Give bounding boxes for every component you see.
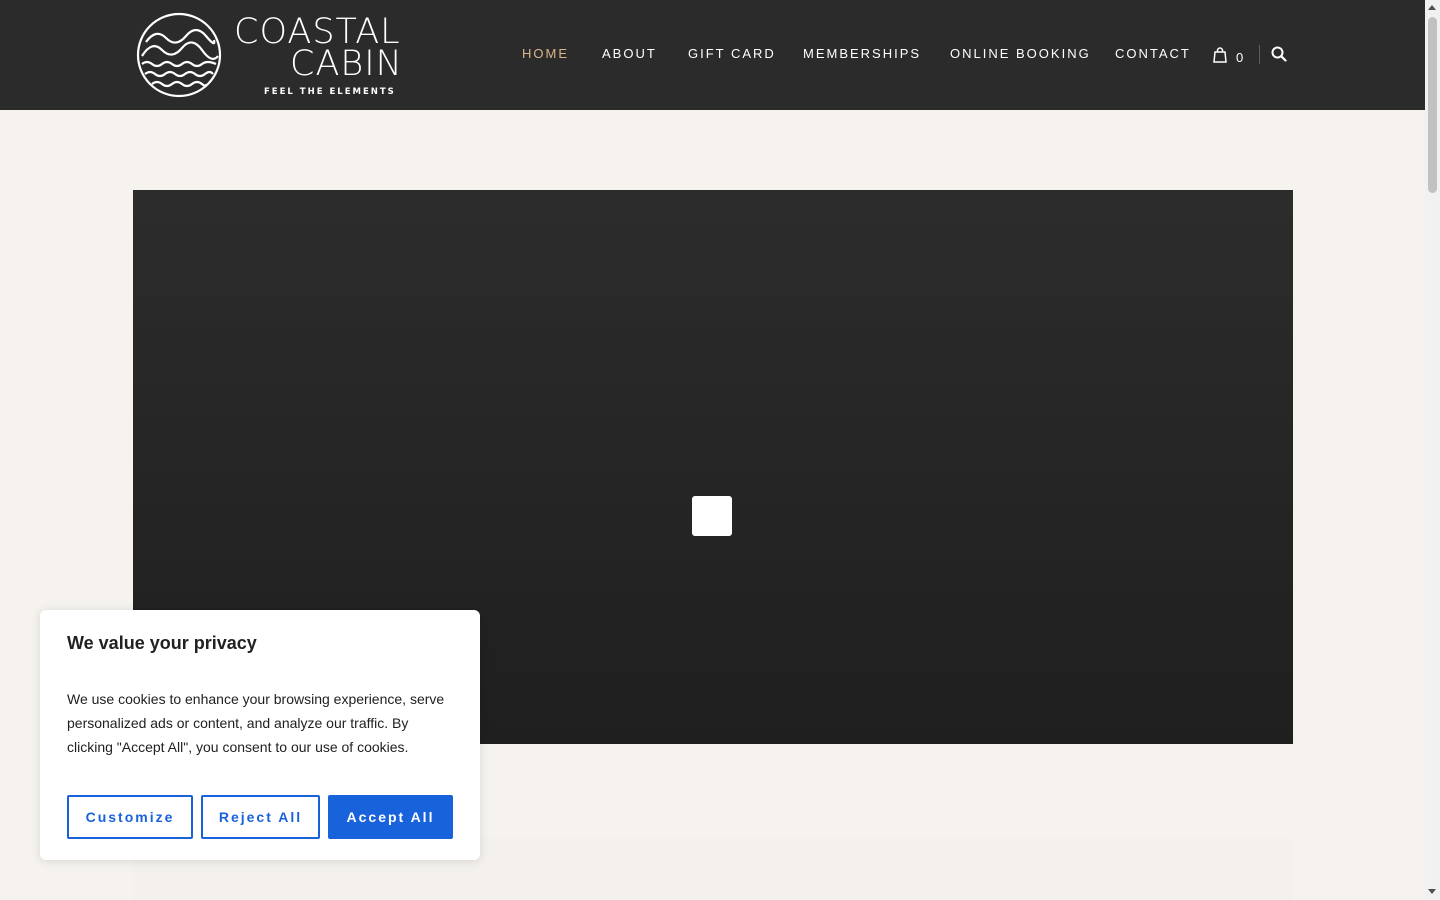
cart-button[interactable]: 0 [1213,44,1243,66]
cookie-consent-banner: We value your privacy We use cookies to … [40,610,480,860]
search-icon [1271,46,1287,62]
video-loading-indicator [692,496,732,536]
nav-gift-card[interactable]: GIFT CARD [688,46,776,61]
site-header: COASTAL CABIN FEEL THE ELEMENTS HOME ABO… [0,0,1425,110]
header-divider [1259,45,1260,64]
search-button[interactable] [1271,46,1287,67]
logo-tagline: FEEL THE ELEMENTS [264,87,396,97]
nav-home[interactable]: HOME [522,46,569,61]
scroll-down-arrow-icon[interactable] [1428,889,1436,894]
nav-memberships[interactable]: MEMBERSHIPS [803,46,921,61]
reject-all-button[interactable]: Reject All [201,795,320,839]
logo-line2: CABIN [290,44,403,84]
customize-button[interactable]: Customize [67,795,193,839]
scrollbar-thumb[interactable] [1428,17,1437,193]
nav-about[interactable]: ABOUT [602,46,657,61]
cookie-body: We use cookies to enhance your browsing … [67,691,445,755]
nav-online-booking[interactable]: ONLINE BOOKING [950,46,1091,61]
waves-circle-logo [136,12,222,98]
nav-contact[interactable]: CONTACT [1115,46,1191,61]
shopping-bag-icon [1213,47,1227,63]
accept-all-button[interactable]: Accept All [328,795,453,839]
site-logo[interactable]: COASTAL CABIN FEEL THE ELEMENTS [136,12,416,100]
cart-count: 0 [1236,49,1244,65]
page-scrollbar[interactable] [1425,0,1440,900]
cookie-title: We value your privacy [67,633,257,653]
scroll-up-arrow-icon[interactable] [1428,5,1436,10]
